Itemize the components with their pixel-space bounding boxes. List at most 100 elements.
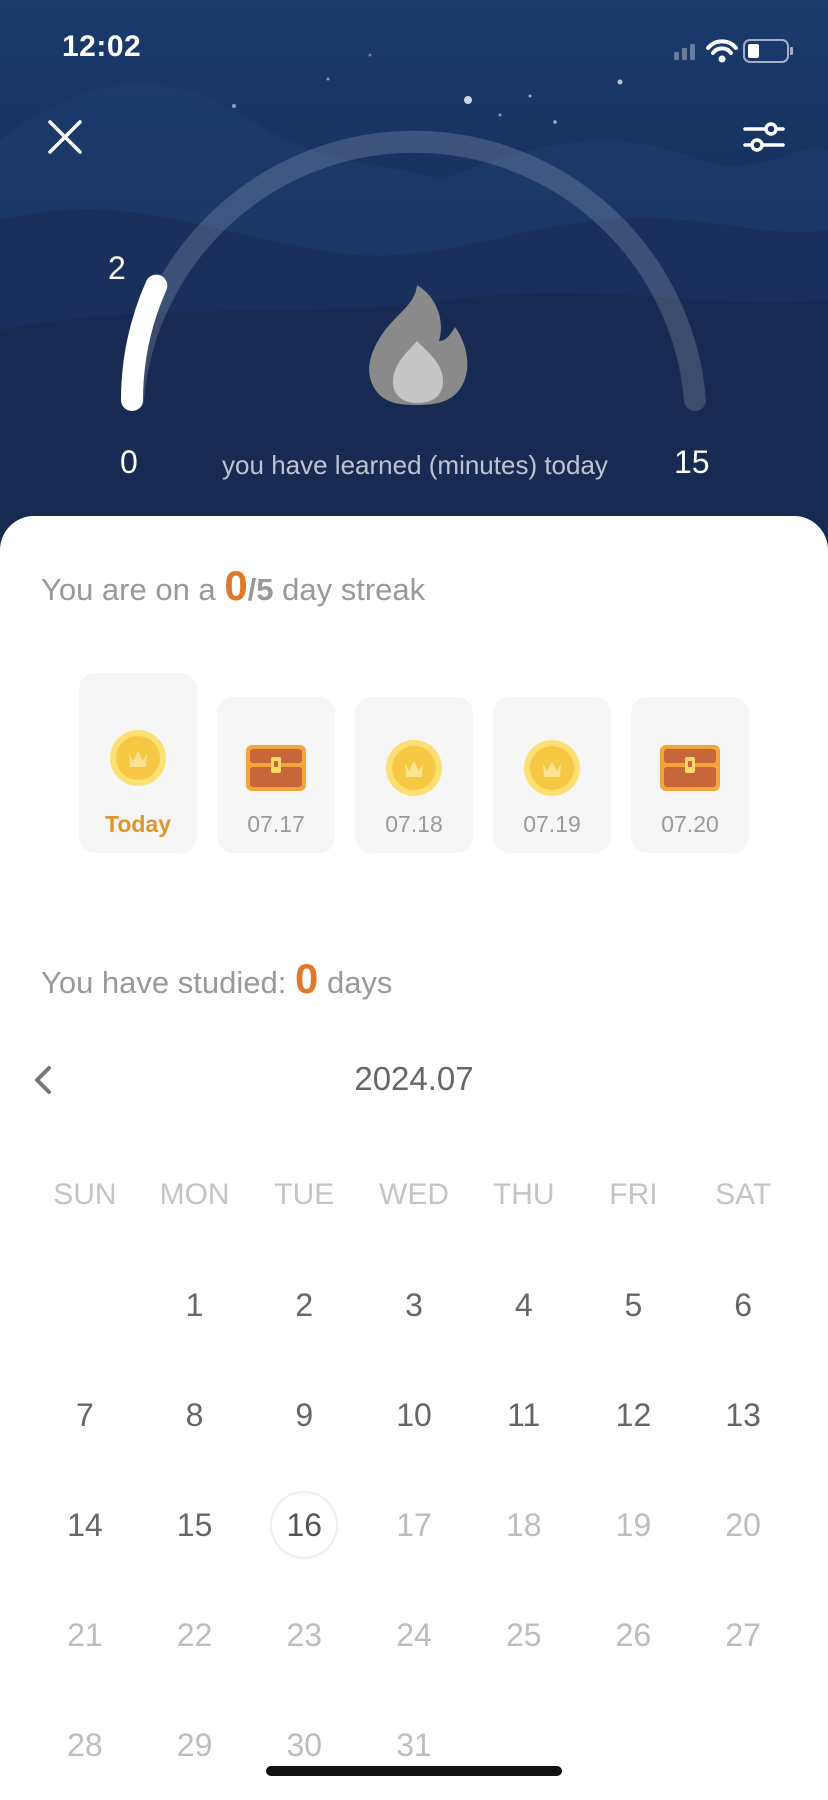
streak-day-card: 07.19 — [493, 697, 611, 853]
calendar-day-number: 6 — [734, 1286, 753, 1323]
learning-progress-header: 12:02 2 0 15 you have learned (minutes) … — [0, 0, 828, 560]
calendar-day[interactable]: 7 — [30, 1360, 140, 1470]
calendar-day-number: 25 — [505, 1616, 542, 1653]
weekday-label: THU — [492, 1178, 555, 1211]
calendar-day-number: 15 — [176, 1506, 213, 1543]
calendar-day-number: 17 — [396, 1506, 432, 1543]
calendar-day-number: 8 — [185, 1396, 204, 1433]
gauge-caption: you have learned (minutes) today — [222, 450, 608, 480]
calendar-day[interactable]: 29 — [140, 1690, 250, 1800]
calendar-day-number: 2 — [295, 1286, 314, 1323]
calendar-day[interactable]: 6 — [688, 1250, 798, 1360]
calendar-day-number: 7 — [75, 1396, 94, 1433]
calendar-day[interactable]: 18 — [469, 1470, 579, 1580]
calendar-day[interactable]: 15 — [140, 1470, 250, 1580]
weekday-label: MON — [159, 1178, 230, 1211]
calendar-day[interactable]: 25 — [469, 1580, 579, 1690]
calendar-empty-cell — [579, 1690, 689, 1800]
treasure-chest-icon — [217, 739, 335, 800]
calendar-day[interactable]: 31 — [359, 1690, 469, 1800]
calendar-day-number: 24 — [396, 1616, 432, 1653]
calendar-day-number: 12 — [615, 1396, 652, 1433]
coin-icon — [355, 739, 473, 802]
gauge-current-value: 2 — [108, 250, 126, 286]
weekday-label: WED — [379, 1178, 450, 1211]
gauge-max-label: 15 — [674, 444, 710, 480]
calendar-day-number — [53, 1273, 117, 1337]
calendar-day[interactable]: 8 — [140, 1360, 250, 1470]
weekday-label: TUE — [274, 1178, 335, 1211]
calendar-day-number: 28 — [67, 1726, 103, 1763]
studied-prefix: You have studied: — [41, 965, 287, 1000]
coin-icon — [493, 739, 611, 802]
calendar-day-number: 26 — [615, 1616, 652, 1653]
calendar-day[interactable]: 21 — [30, 1580, 140, 1690]
calendar-day-today[interactable]: 16 — [249, 1470, 359, 1580]
calendar-empty-cell — [30, 1250, 140, 1360]
calendar-day-number: 11 — [507, 1396, 541, 1433]
calendar-day[interactable]: 28 — [30, 1690, 140, 1800]
home-indicator — [266, 1766, 562, 1776]
calendar-day[interactable]: 9 — [249, 1360, 359, 1470]
calendar-day-number: 20 — [725, 1506, 761, 1543]
streak-day-card: 07.18 — [355, 697, 473, 853]
streak-day-label: 07.18 — [385, 811, 443, 837]
calendar-empty-cell — [688, 1690, 798, 1800]
streak-day-card: 07.20 — [631, 697, 749, 853]
streak-day-label: Today — [104, 811, 172, 837]
calendar-day-number: 23 — [286, 1616, 323, 1653]
calendar-day[interactable]: 3 — [359, 1250, 469, 1360]
streak-current-count: 0 — [224, 562, 248, 609]
calendar-week-row: 1 2 3 4 5 6 — [30, 1250, 798, 1360]
studied-count: 0 — [294, 955, 319, 1002]
calendar-day[interactable]: 14 — [30, 1470, 140, 1580]
weekday-label: SAT — [715, 1178, 772, 1211]
calendar-day[interactable]: 24 — [359, 1580, 469, 1690]
weekday-label: FRI — [609, 1178, 658, 1211]
calendar-day[interactable]: 20 — [688, 1470, 798, 1580]
streak-prefix: You are on a — [41, 572, 216, 607]
calendar-day[interactable]: 27 — [688, 1580, 798, 1690]
calendar-day-number: 9 — [295, 1396, 314, 1433]
calendar-day-number: 29 — [176, 1726, 213, 1763]
calendar-day[interactable]: 19 — [579, 1470, 689, 1580]
calendar-day-number: 16 — [270, 1491, 339, 1559]
calendar-day-number: 22 — [176, 1616, 213, 1653]
calendar-weekday-header: SUN MON TUE WED THU FRI SAT — [30, 1178, 798, 1212]
calendar-day-number: 10 — [396, 1396, 432, 1433]
calendar-day[interactable]: 22 — [140, 1580, 250, 1690]
calendar-day[interactable]: 4 — [469, 1250, 579, 1360]
calendar-day[interactable]: 11 — [469, 1360, 579, 1470]
calendar-day[interactable]: 26 — [579, 1580, 689, 1690]
calendar-day[interactable]: 5 — [579, 1250, 689, 1360]
calendar-day-number: 3 — [405, 1286, 423, 1323]
calendar-day-number: 13 — [725, 1396, 761, 1433]
streak-day-today: Today — [79, 673, 197, 853]
streak-summary: You are on a 0/5 day streak — [41, 562, 425, 610]
streak-suffix: day streak — [282, 572, 426, 607]
calendar-day[interactable]: 30 — [249, 1690, 359, 1800]
flame-icon — [369, 285, 468, 405]
calendar-day[interactable]: 12 — [579, 1360, 689, 1470]
calendar-day[interactable]: 10 — [359, 1360, 469, 1470]
calendar-day[interactable]: 17 — [359, 1470, 469, 1580]
calendar-day-number: 1 — [185, 1286, 204, 1323]
calendar-day-number: 14 — [67, 1506, 103, 1543]
gauge-min-label: 0 — [120, 444, 138, 480]
calendar-empty-cell — [469, 1690, 579, 1800]
calendar-day-number: 27 — [725, 1616, 761, 1653]
streak-goal: /5 — [247, 572, 274, 607]
treasure-chest-icon — [631, 739, 749, 800]
calendar-day-number: 21 — [67, 1616, 103, 1653]
calendar-day[interactable]: 13 — [688, 1360, 798, 1470]
coin-icon — [79, 729, 197, 792]
calendar-day-number — [601, 1713, 665, 1777]
calendar-day[interactable]: 23 — [249, 1580, 359, 1690]
calendar-week-row: 14 15 16 17 18 19 20 — [30, 1470, 798, 1580]
calendar-day-number: 4 — [514, 1286, 533, 1323]
calendar-week-row: 28 29 30 31 — [30, 1690, 798, 1800]
calendar-day-number: 5 — [624, 1286, 643, 1323]
calendar-day[interactable]: 1 — [140, 1250, 250, 1360]
calendar-day[interactable]: 2 — [249, 1250, 359, 1360]
streak-day-label: 07.17 — [247, 811, 305, 837]
